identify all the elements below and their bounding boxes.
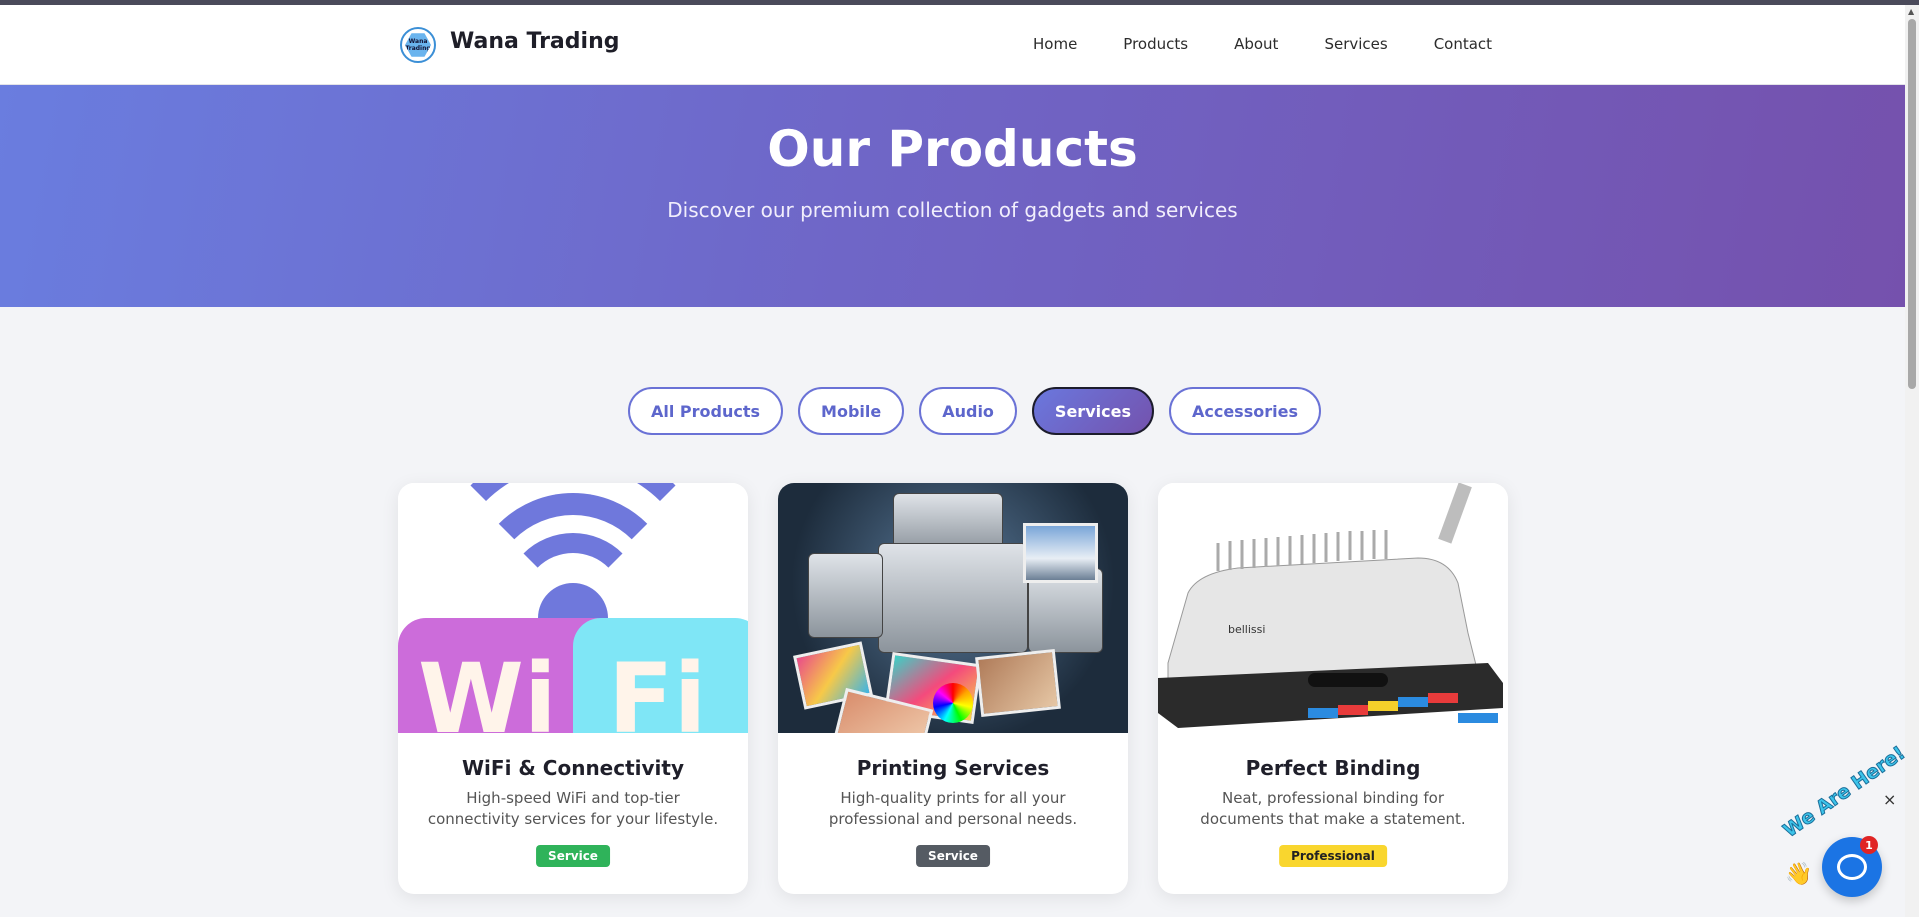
card-title: WiFi & Connectivity <box>461 756 685 780</box>
nav-services[interactable]: Services <box>1324 35 1387 53</box>
filter-mobile[interactable]: Mobile <box>798 387 905 435</box>
page-title: Our Products <box>767 120 1138 178</box>
logo-icon[interactable]: Wana Trading <box>400 27 436 63</box>
card-badge: Professional <box>1279 845 1387 867</box>
product-card-printing[interactable]: Printing Services High-quality prints fo… <box>778 483 1128 894</box>
nav-about[interactable]: About <box>1234 35 1278 53</box>
main-nav: Home Products About Services Contact <box>1033 35 1538 53</box>
wave-hand-icon: 👋 <box>1785 862 1813 887</box>
filter-all-products[interactable]: All Products <box>628 387 784 435</box>
scrollbar-thumb[interactable] <box>1908 19 1916 389</box>
brand-name[interactable]: Wana Trading <box>450 29 619 54</box>
hero-banner: Our Products Discover our premium collec… <box>0 85 1905 307</box>
wifi-image-text-right: Fi <box>608 643 707 733</box>
product-card-wifi[interactable]: Wi Fi WiFi & Connectivity High-speed WiF… <box>398 483 748 894</box>
card-title: Perfect Binding <box>1245 756 1421 780</box>
card-badge: Service <box>916 845 990 867</box>
chat-unread-badge: 1 <box>1860 836 1878 854</box>
wifi-image: Wi Fi <box>398 483 748 733</box>
card-description: High-speed WiFi and top-tier connectivit… <box>427 789 719 828</box>
card-title: Printing Services <box>856 756 1050 780</box>
binding-brand-text: bellissi <box>1228 623 1265 636</box>
filter-audio[interactable]: Audio <box>919 387 1017 435</box>
binding-machine-image: bellissi <box>1158 483 1508 733</box>
chat-close-icon[interactable]: × <box>1883 790 1896 809</box>
wifi-image-text-left: Wi <box>418 643 557 733</box>
page-subtitle: Discover our premium collection of gadge… <box>667 198 1238 222</box>
nav-contact[interactable]: Contact <box>1434 35 1492 53</box>
category-filters: All Products Mobile Audio Services Acces… <box>628 387 1321 435</box>
card-description: High-quality prints for all your profess… <box>828 789 1078 828</box>
filter-accessories[interactable]: Accessories <box>1168 387 1321 435</box>
logo-text: Wana Trading <box>405 38 431 52</box>
chat-bubble-icon <box>1837 854 1867 880</box>
page-scrollbar[interactable]: ▲ <box>1905 5 1919 917</box>
card-description: Neat, professional binding for documents… <box>1200 789 1466 828</box>
product-card-binding[interactable]: bellissi Perfect Binding Neat, professio… <box>1158 483 1508 894</box>
card-badge: Service <box>536 845 610 867</box>
site-header: Wana Trading Wana Trading Home Products … <box>0 5 1905 85</box>
scroll-up-icon[interactable]: ▲ <box>1908 7 1914 16</box>
filter-services[interactable]: Services <box>1031 387 1154 435</box>
printing-image <box>778 483 1128 733</box>
nav-home[interactable]: Home <box>1033 35 1077 53</box>
nav-products[interactable]: Products <box>1123 35 1188 53</box>
